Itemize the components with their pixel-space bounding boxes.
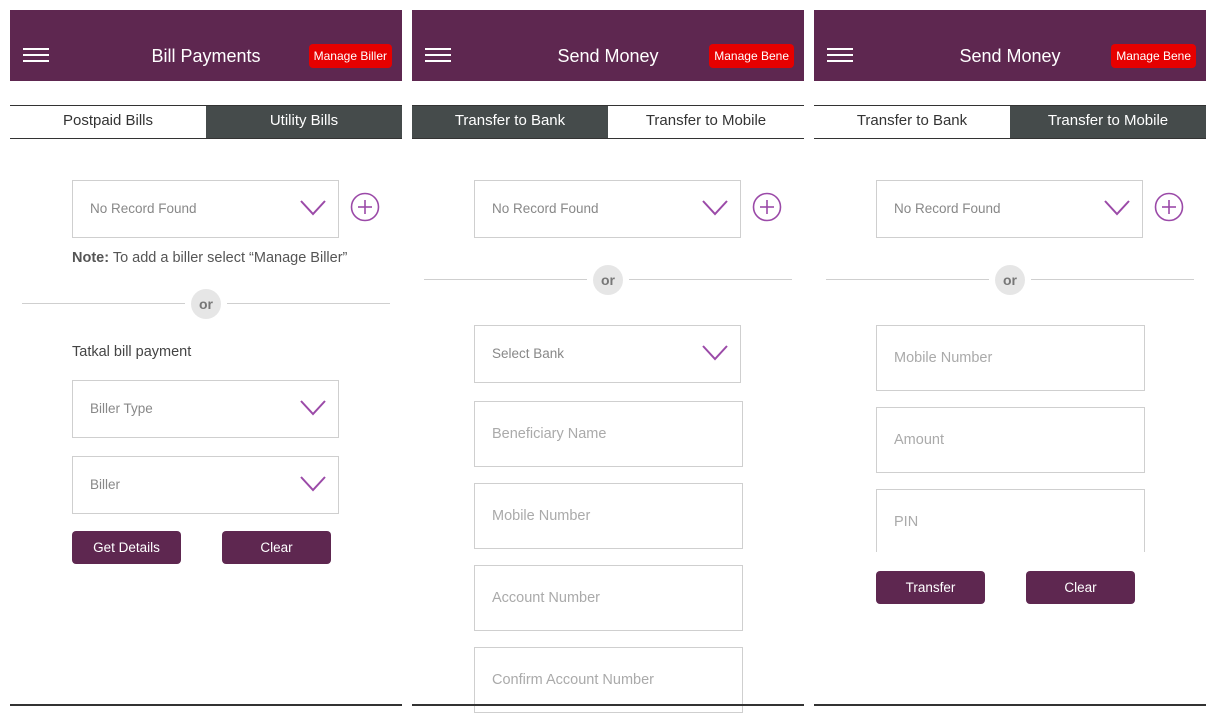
transfer-button[interactable]: Transfer [876, 571, 985, 604]
chevron-down-icon [702, 345, 728, 361]
saved-beneficiary-dropdown[interactable]: No Record Found [474, 180, 741, 238]
tab-bar: Postpaid Bills Utility Bills [10, 105, 402, 139]
chevron-down-icon [300, 200, 326, 216]
dropdown-value: No Record Found [90, 201, 197, 216]
manage-biller-note: Note: To add a biller select “Manage Bil… [72, 250, 348, 266]
or-divider: or [22, 289, 390, 319]
or-badge: or [995, 265, 1025, 295]
manage-biller-button[interactable]: Manage Biller [308, 44, 392, 68]
app-header: Send Money Manage Bene [412, 10, 804, 81]
chevron-down-icon [1104, 200, 1130, 216]
app-header: Bill Payments Manage Biller [10, 10, 402, 81]
clear-button[interactable]: Clear [222, 531, 331, 564]
biller-type-dropdown[interactable]: Biller Type [72, 380, 339, 438]
or-badge: or [593, 265, 623, 295]
mobile-number-field[interactable] [474, 483, 743, 549]
tab-utility-bills[interactable]: Utility Bills [206, 106, 402, 138]
chevron-down-icon [300, 476, 326, 492]
dropdown-value: Biller Type [90, 401, 153, 416]
manage-bene-button[interactable]: Manage Bene [709, 44, 794, 68]
mobile-number-field[interactable] [876, 325, 1145, 391]
saved-biller-dropdown[interactable]: No Record Found [72, 180, 339, 238]
tab-transfer-to-mobile[interactable]: Transfer to Mobile [1010, 106, 1206, 138]
beneficiary-name-field[interactable] [474, 401, 743, 467]
manage-bene-button[interactable]: Manage Bene [1111, 44, 1196, 68]
chevron-down-icon [702, 200, 728, 216]
tatkal-heading: Tatkal bill payment [72, 344, 192, 360]
plus-circle-icon[interactable] [1154, 192, 1184, 222]
account-number-field[interactable] [474, 565, 743, 631]
amount-field[interactable] [876, 407, 1145, 473]
tab-transfer-to-mobile[interactable]: Transfer to Mobile [608, 106, 804, 138]
send-money-bank-screen: Send Money Manage Bene Transfer to Bank … [412, 10, 804, 716]
or-divider: or [424, 265, 792, 295]
clear-button[interactable]: Clear [1026, 571, 1135, 604]
dropdown-value: Biller [90, 477, 121, 492]
tab-postpaid-bills[interactable]: Postpaid Bills [10, 106, 206, 138]
pin-field[interactable] [876, 489, 1145, 552]
app-header: Send Money Manage Bene [814, 10, 1206, 81]
tab-bar: Transfer to Bank Transfer to Mobile [412, 105, 804, 139]
dropdown-value: No Record Found [492, 201, 599, 216]
pin-field-clip [814, 489, 1206, 552]
biller-dropdown[interactable]: Biller [72, 456, 339, 514]
bottom-divider [814, 704, 1206, 706]
tab-transfer-to-bank[interactable]: Transfer to Bank [814, 106, 1010, 138]
bill-payments-screen: Bill Payments Manage Biller Postpaid Bil… [10, 10, 402, 716]
tab-bar: Transfer to Bank Transfer to Mobile [814, 105, 1206, 139]
or-badge: or [191, 289, 221, 319]
tab-transfer-to-bank[interactable]: Transfer to Bank [412, 106, 608, 138]
plus-circle-icon[interactable] [752, 192, 782, 222]
saved-beneficiary-dropdown[interactable]: No Record Found [876, 180, 1143, 238]
bottom-divider [10, 704, 402, 706]
dropdown-value: Select Bank [492, 346, 565, 361]
select-bank-dropdown[interactable]: Select Bank [474, 325, 741, 383]
or-divider: or [826, 265, 1194, 295]
chevron-down-icon [300, 400, 326, 416]
dropdown-value: No Record Found [894, 201, 1001, 216]
get-details-button[interactable]: Get Details [72, 531, 181, 564]
bottom-divider [412, 704, 804, 706]
send-money-mobile-screen: Send Money Manage Bene Transfer to Bank … [814, 10, 1206, 716]
plus-circle-icon[interactable] [350, 192, 380, 222]
